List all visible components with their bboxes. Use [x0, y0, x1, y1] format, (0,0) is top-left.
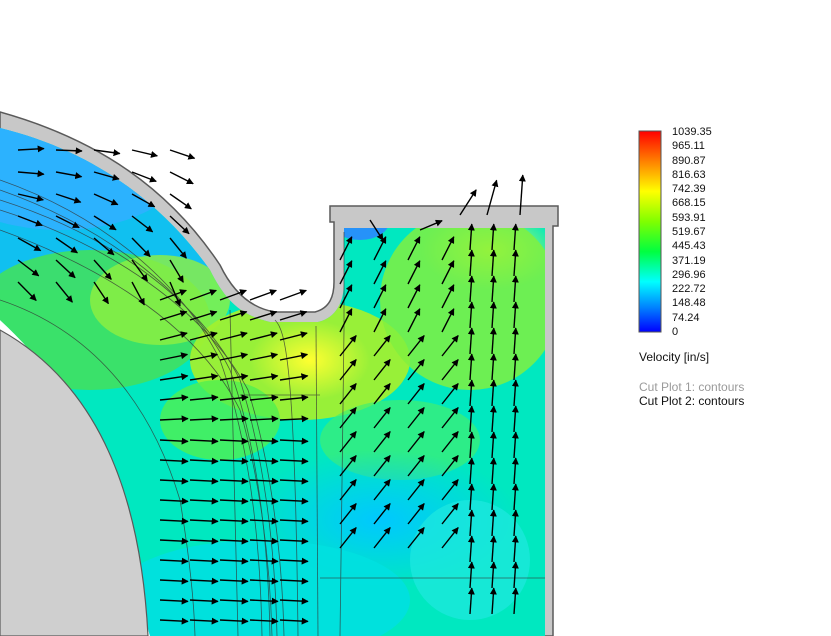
legend-tick-label: 148.48 [672, 297, 706, 310]
legend-tick-label: 1039.35 [672, 126, 712, 138]
velocity-arrow [55, 147, 83, 155]
legend-color-bar [638, 130, 662, 333]
legend-tick-label: 445.43 [672, 240, 706, 253]
legend-tick-label: 222.72 [672, 283, 706, 296]
velocity-arrow [169, 193, 192, 210]
legend-title: Velocity [in/s] [639, 350, 710, 364]
velocity-arrow [249, 289, 277, 301]
legend-tick-label: 965.11 [672, 140, 705, 153]
velocity-arrow [279, 289, 307, 301]
legend-tick-label: 816.63 [672, 168, 706, 181]
legend-tick-label: 74.24 [672, 311, 700, 324]
cut-plot-1-label[interactable]: Cut Plot 1: contours [639, 380, 744, 394]
legend-tick-label: 742.39 [672, 183, 706, 196]
legend-tick-label: 519.67 [672, 226, 706, 238]
legend-tick-label: 371.19 [672, 254, 706, 267]
legend-tick-label: 0 [672, 326, 679, 338]
legend-tick-label: 890.87 [672, 154, 706, 167]
legend-tick-label: 668.15 [672, 197, 706, 210]
velocity-arrow [169, 149, 196, 160]
legend-tick-labels: 1039.35 965.11 890.87 816.63 742.39 668.15 593… [672, 126, 792, 340]
legend-tick-label: 296.96 [672, 268, 706, 281]
velocity-arrow [131, 149, 158, 158]
cut-plot-2-label[interactable]: Cut Plot 2: contours [639, 394, 744, 408]
legend-tick-label: 593.91 [672, 211, 706, 224]
velocity-arrow [169, 171, 194, 185]
